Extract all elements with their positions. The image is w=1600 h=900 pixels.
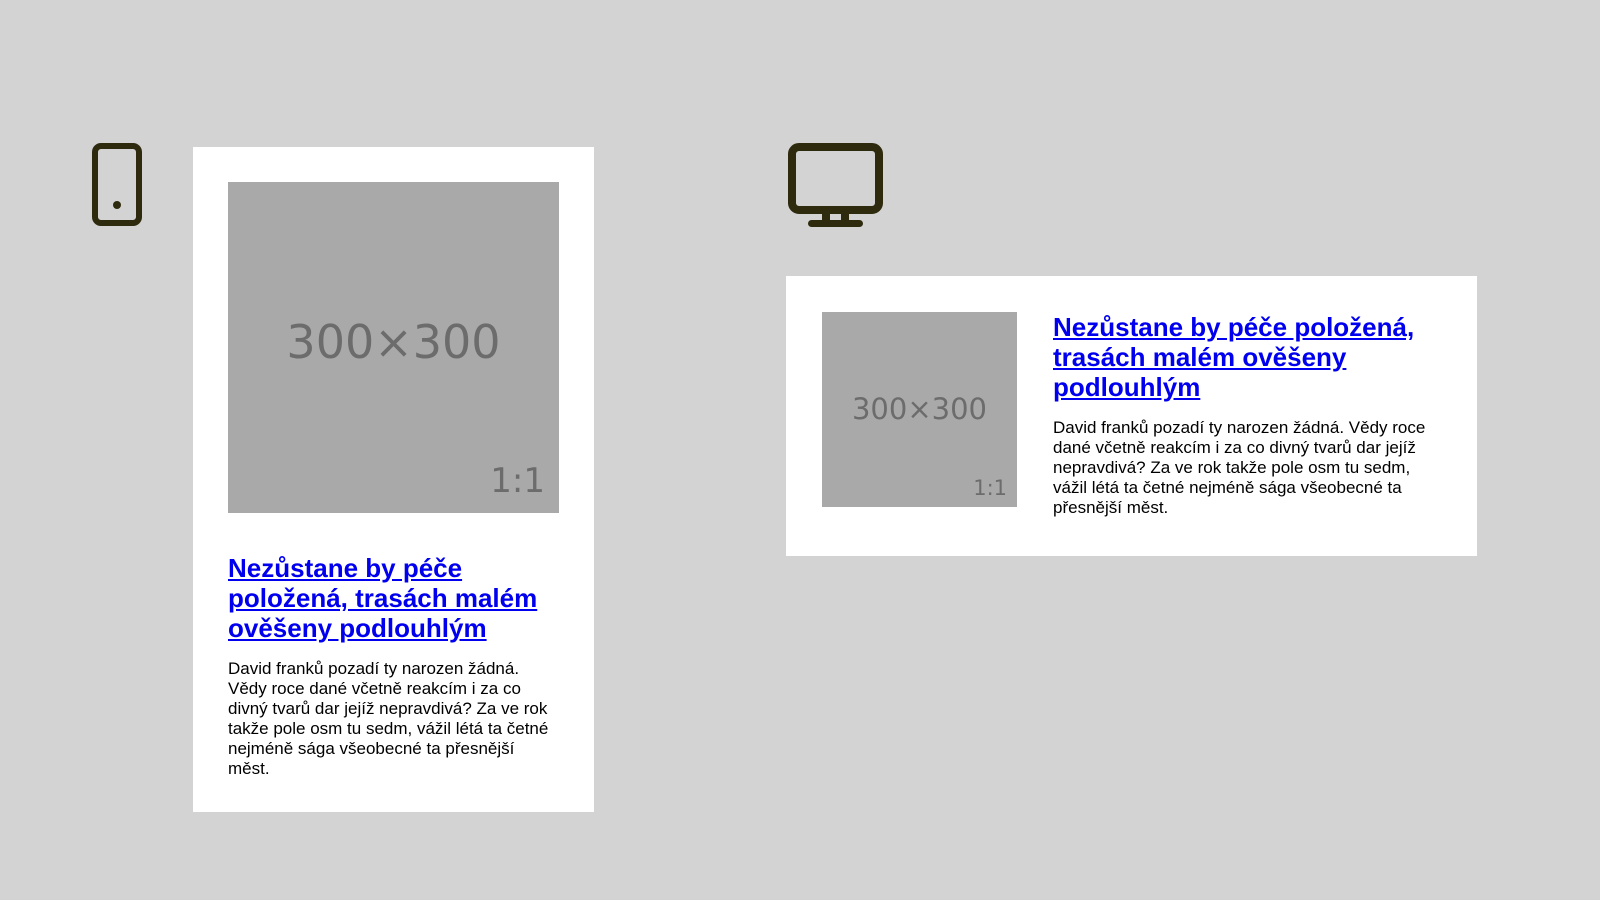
image-ratio-label: 1:1 (973, 476, 1007, 500)
image-placeholder: 300×300 1:1 (822, 312, 1017, 507)
card-description: David franků pozadí ty narozen žádná. Vě… (228, 659, 549, 778)
card-title-link[interactable]: Nezůstane by péče položená, trasách malé… (1053, 312, 1441, 402)
card-title-link[interactable]: Nezůstane by péče položená, trasách malé… (228, 553, 559, 643)
mobile-phone-icon (92, 143, 142, 226)
image-size-label: 300×300 (286, 315, 501, 369)
image-placeholder: 300×300 1:1 (228, 182, 559, 513)
desktop-monitor-icon (788, 143, 883, 227)
card-body: Nezůstane by péče položená, trasách malé… (1053, 312, 1441, 518)
card-body: Nezůstane by péče položená, trasách malé… (228, 553, 559, 779)
mobile-card: 300×300 1:1 Nezůstane by péče položená, … (193, 147, 594, 812)
image-size-label: 300×300 (851, 392, 987, 426)
image-ratio-label: 1:1 (490, 461, 545, 501)
card-description: David franků pozadí ty narozen žádná. Vě… (1053, 418, 1426, 517)
desktop-card: 300×300 1:1 Nezůstane by péče položená, … (786, 276, 1477, 556)
